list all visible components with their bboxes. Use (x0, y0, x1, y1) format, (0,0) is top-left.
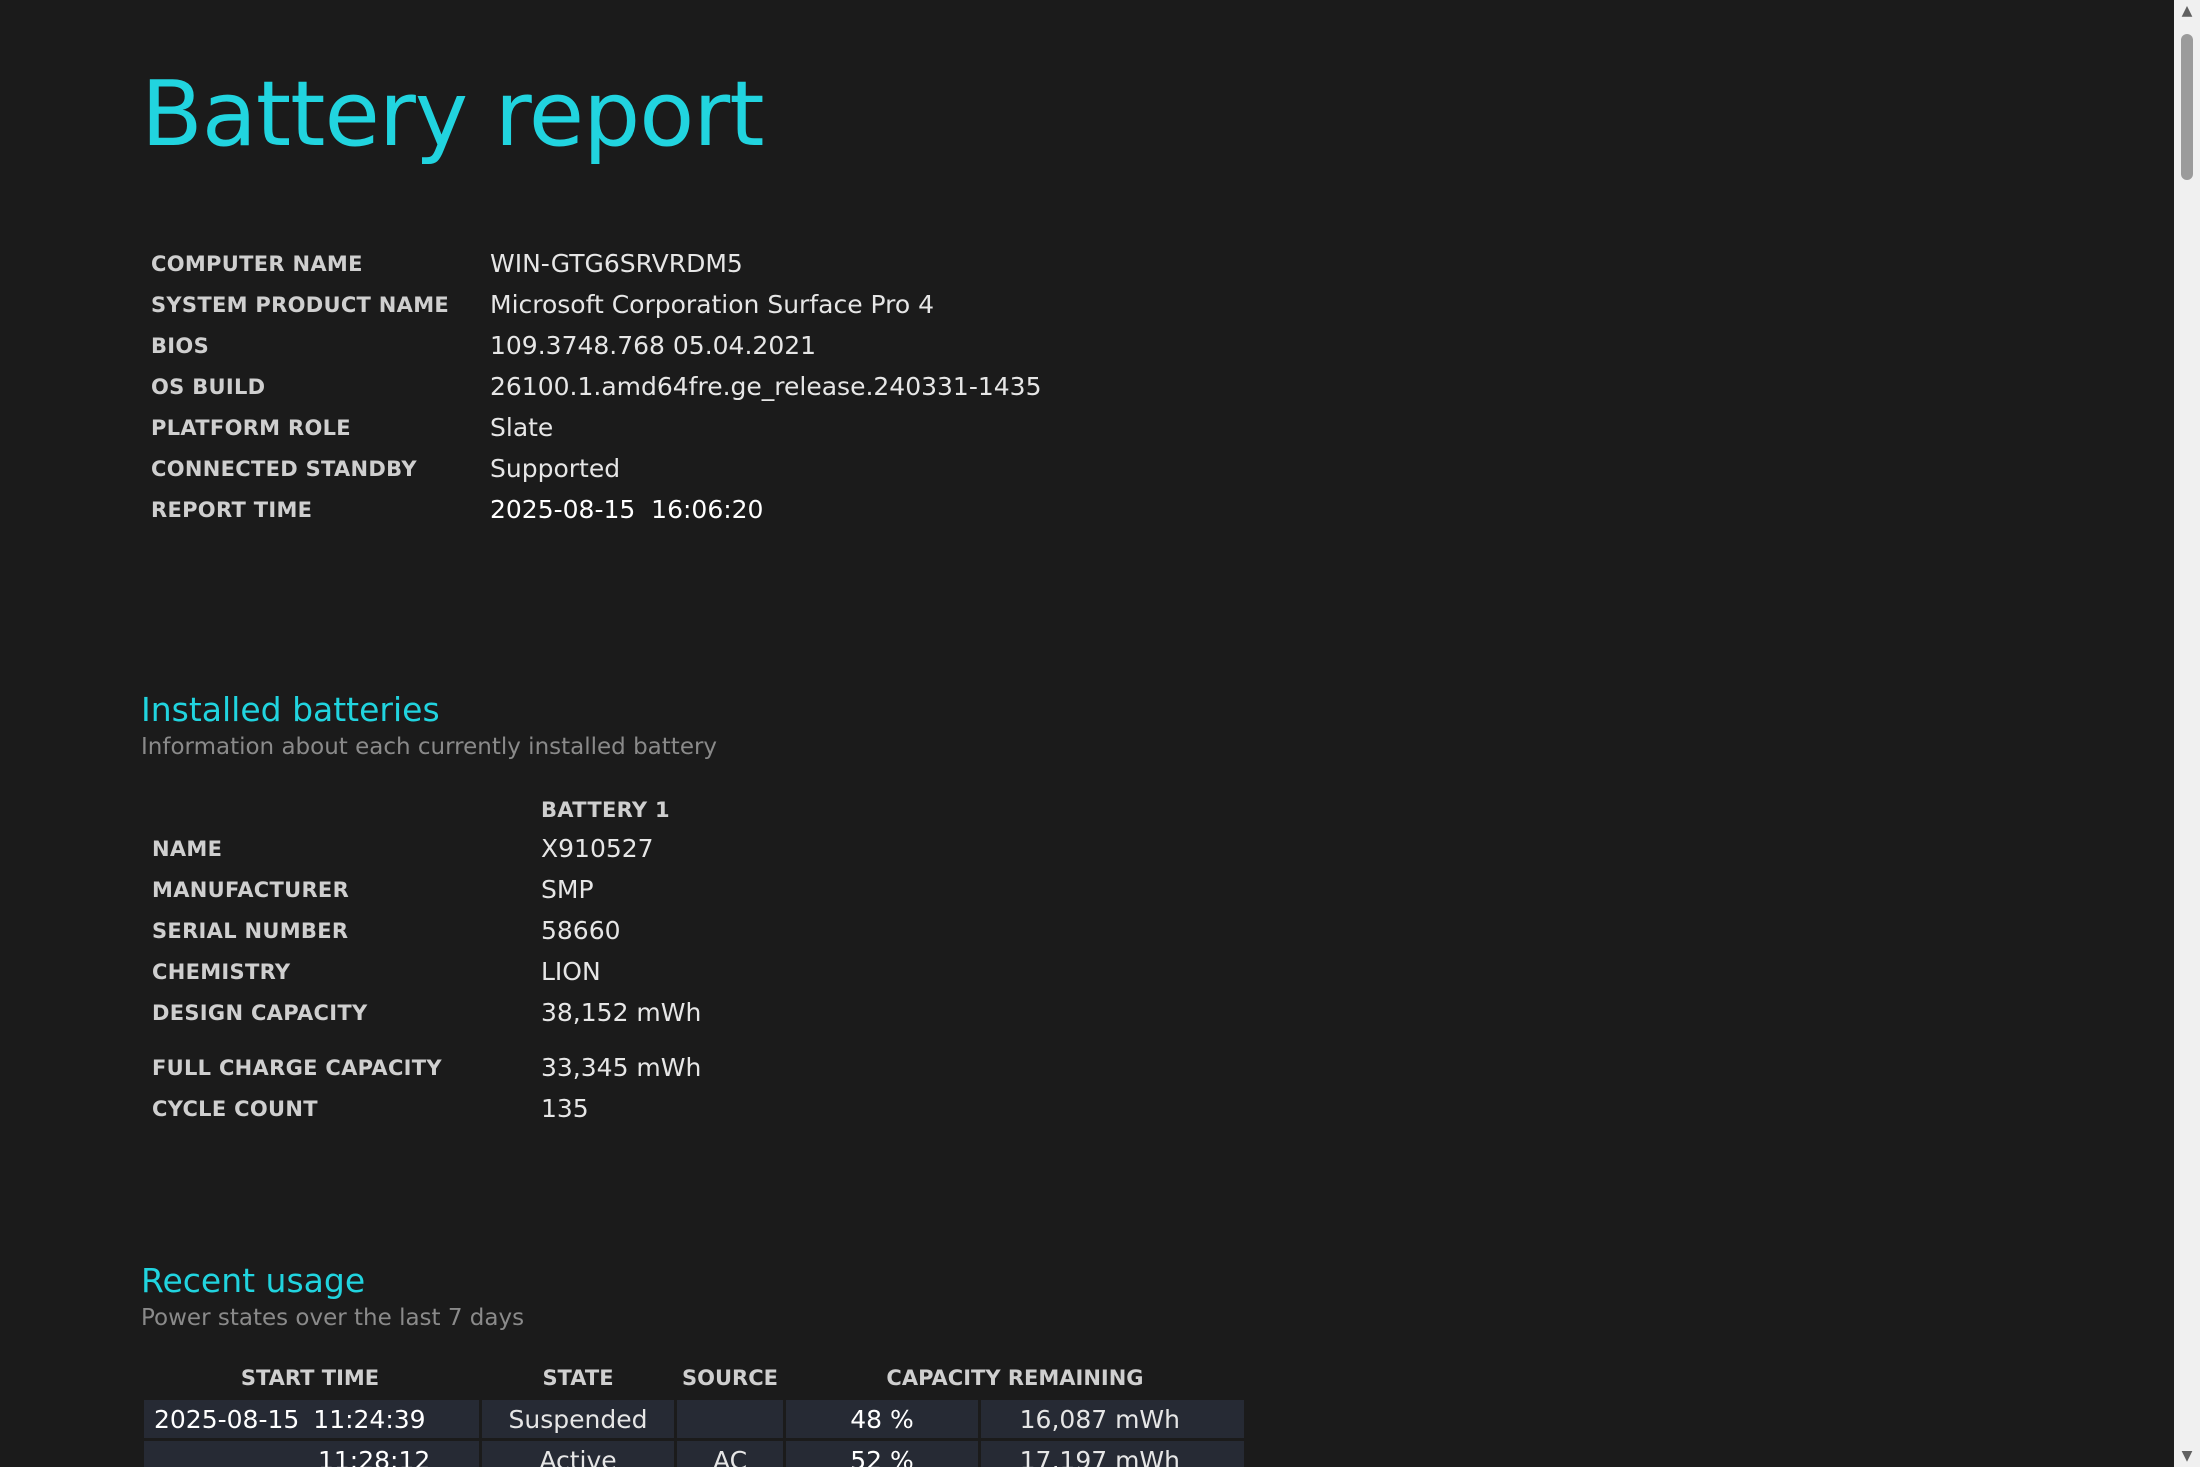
scrollbar-thumb[interactable] (2181, 34, 2193, 180)
battery-row-value: 58660 (541, 916, 621, 945)
recent-usage-subtitle: Power states over the last 7 days (141, 1305, 525, 1331)
start-time-cell: 11:28:12 (144, 1441, 479, 1467)
battery-row-label: SERIAL NUMBER (152, 919, 349, 943)
system-info-label: CONNECTED STANDBY (151, 457, 417, 481)
capacity-percent-cell: 52 % (786, 1441, 978, 1467)
column-header-start-time: START TIME (240, 1366, 380, 1390)
capacity-mwh-cell: 17,197 mWh (981, 1441, 1244, 1467)
system-info-label: SYSTEM PRODUCT NAME (151, 293, 450, 317)
start-time: 11:24:39 (313, 1404, 426, 1434)
system-info-value: Supported (490, 454, 621, 483)
column-header-capacity-remaining: CAPACITY REMAINING (886, 1366, 1144, 1390)
system-info-label: COMPUTER NAME (151, 252, 363, 276)
system-info-label: REPORT TIME (151, 498, 313, 522)
state-cell: Active (482, 1441, 674, 1467)
column-header-state: STATE (542, 1366, 614, 1390)
battery-row-label: CHEMISTRY (152, 960, 291, 984)
capacity-percent: 52 % (850, 1445, 914, 1467)
report-time-value: 2025-08-15 16:06:20 (490, 495, 764, 524)
system-info-label: BIOS (151, 334, 209, 358)
battery-row-label: CYCLE COUNT (152, 1097, 318, 1121)
battery-row-value: 135 (541, 1094, 589, 1123)
battery-row-label: FULL CHARGE CAPACITY (152, 1056, 442, 1080)
battery-row-value: SMP (541, 875, 594, 904)
vertical-scrollbar[interactable]: ▲ ▼ (2174, 0, 2200, 1467)
start-time: 11:28:12 (318, 1445, 431, 1467)
system-info-label: PLATFORM ROLE (151, 416, 351, 440)
capacity-mwh-cell: 16,087 mWh (981, 1400, 1244, 1438)
capacity-percent-cell: 48 % (786, 1400, 978, 1438)
start-time-cell: 2025-08-15 11:24:39 (144, 1400, 479, 1438)
battery-row-label: MANUFACTURER (152, 878, 350, 902)
source-cell (677, 1400, 783, 1438)
battery-row-value: 38,152 mWh (541, 998, 702, 1027)
installed-batteries-heading: Installed batteries (141, 690, 440, 729)
battery-row-label: NAME (152, 837, 223, 861)
system-info-value: 109.3748.768 05.04.2021 (490, 331, 817, 360)
start-date: 2025-08-15 (154, 1404, 300, 1434)
battery-row-value: LION (541, 957, 601, 986)
scroll-up-arrow-icon[interactable]: ▲ (2174, 0, 2200, 22)
battery-row-value: 33,345 mWh (541, 1053, 702, 1082)
report-content: Battery report COMPUTER NAME WIN-GTG6SRV… (141, 0, 2171, 1467)
system-info-label: OS BUILD (151, 375, 266, 399)
battery-column-header: BATTERY 1 (541, 798, 670, 822)
page-title: Battery report (141, 62, 765, 167)
system-info-value: Microsoft Corporation Surface Pro 4 (490, 290, 935, 319)
system-info-value: 26100.1.amd64fre.ge_release.240331-1435 (490, 372, 1042, 401)
state-cell: Suspended (482, 1400, 674, 1438)
source-cell: AC (677, 1441, 783, 1467)
battery-row-label: DESIGN CAPACITY (152, 1001, 368, 1025)
system-info-value: WIN-GTG6SRVRDM5 (490, 249, 743, 278)
system-info-value: Slate (490, 413, 554, 442)
battery-row-value: X910527 (541, 834, 654, 863)
scroll-down-arrow-icon[interactable]: ▼ (2174, 1445, 2200, 1467)
capacity-percent: 48 % (850, 1404, 914, 1434)
installed-batteries-subtitle: Information about each currently install… (141, 734, 718, 760)
recent-usage-heading: Recent usage (141, 1261, 366, 1300)
column-header-source: SOURCE (682, 1366, 778, 1390)
